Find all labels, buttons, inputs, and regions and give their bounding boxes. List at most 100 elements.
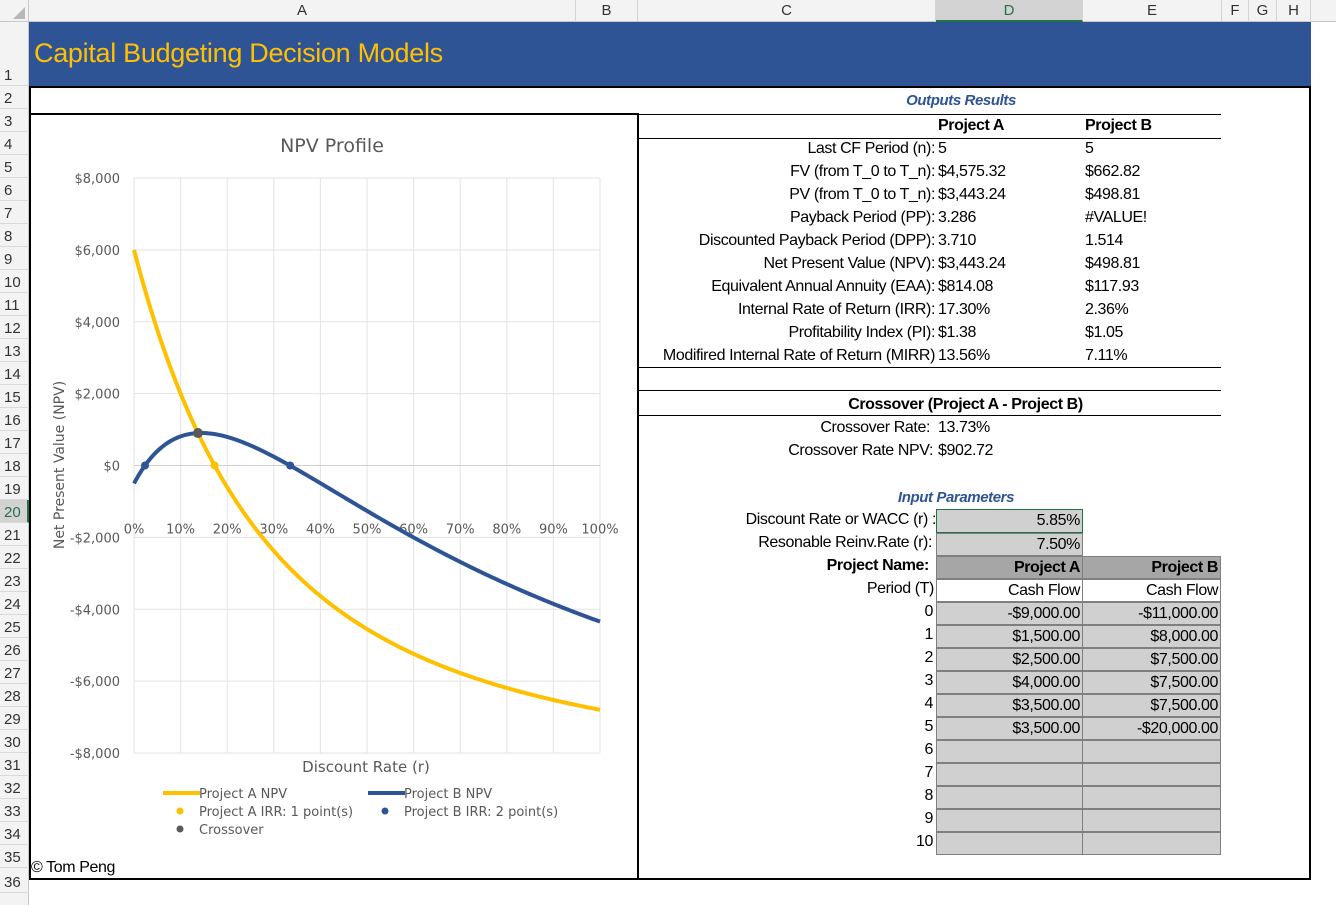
column-header-b[interactable]: B	[576, 0, 638, 22]
row-header-23[interactable]: 23	[0, 569, 29, 592]
output-value-project-a: 13.56%	[938, 347, 990, 364]
column-header-a[interactable]: A	[29, 0, 576, 22]
row-header-22[interactable]: 22	[0, 546, 29, 569]
row-header-21[interactable]: 21	[0, 523, 29, 546]
row-header-31[interactable]: 31	[0, 753, 29, 776]
cash-flow-a-input[interactable]: -$9,000.00	[936, 602, 1083, 625]
output-value-project-b: $1.05	[1085, 324, 1124, 341]
row-header-13[interactable]: 13	[0, 339, 29, 362]
select-all-corner[interactable]	[0, 0, 29, 22]
cash-flow-a-input[interactable]	[936, 763, 1083, 786]
column-header-e[interactable]: E	[1083, 0, 1222, 22]
row-header-4[interactable]: 4	[0, 132, 29, 155]
row-header-27[interactable]: 27	[0, 661, 29, 684]
row-header-34[interactable]: 34	[0, 822, 29, 845]
chart-title: NPV Profile	[280, 135, 384, 157]
row-header-12[interactable]: 12	[0, 316, 29, 339]
legend-label-project-a-irr: Project A IRR: 1 point(s)	[199, 805, 353, 820]
row-header-28[interactable]: 28	[0, 684, 29, 707]
row-header-6[interactable]: 6	[0, 178, 29, 201]
wacc-input[interactable]: 5.85%	[936, 509, 1083, 533]
legend-label-crossover: Crossover	[199, 823, 264, 838]
cash-flow-a-input[interactable]: $1,500.00	[936, 625, 1083, 648]
row-header-8[interactable]: 8	[0, 224, 29, 247]
cash-flow-b-input[interactable]	[1082, 809, 1221, 832]
column-header-d[interactable]: D	[936, 0, 1083, 22]
project-a-name-input[interactable]: Project A	[936, 556, 1083, 579]
cash-flow-a-input[interactable]	[936, 740, 1083, 763]
row-header-32[interactable]: 32	[0, 776, 29, 799]
row-header-33[interactable]: 33	[0, 799, 29, 822]
row-header-17[interactable]: 17	[0, 431, 29, 454]
x-axis-ticks: 0% 10% 20% 30% 40% 50% 60% 70% 80% 90% 100%	[124, 523, 619, 538]
project-a-irr-marker	[210, 461, 219, 470]
output-value-project-a: 5	[938, 140, 947, 157]
cash-flow-b-input[interactable]	[1082, 740, 1221, 763]
cash-flow-a-input[interactable]	[936, 809, 1083, 832]
output-label: Equivalent Annual Annuity (EAA):	[711, 278, 935, 295]
cash-flow-b-input[interactable]: $7,500.00	[1082, 648, 1221, 671]
cash-flow-b-input[interactable]: -$11,000.00	[1082, 602, 1221, 625]
row-header-20[interactable]: 20	[0, 500, 29, 523]
output-value-project-a: 17.30%	[938, 301, 990, 318]
x-tick-label: 20%	[213, 523, 242, 538]
outputs-col-project-b: Project B	[1085, 117, 1152, 134]
row-header-3[interactable]: 3	[0, 109, 29, 132]
output-value-project-a: $814.08	[938, 278, 994, 295]
outputs-header-rule	[638, 138, 1221, 139]
period-number: 3	[924, 672, 934, 689]
column-header-f[interactable]: F	[1222, 0, 1249, 22]
row-header-1[interactable]: 1	[0, 22, 29, 86]
output-value-project-b: 7.11%	[1085, 347, 1128, 364]
row-header-10[interactable]: 10	[0, 270, 29, 293]
y-tick-label: -$6,000	[70, 675, 120, 690]
row-header-5[interactable]: 5	[0, 155, 29, 178]
x-tick-label: 40%	[306, 523, 335, 538]
x-tick-label: 0%	[124, 523, 145, 538]
y-tick-label: $2,000	[75, 388, 121, 403]
legend-label-project-b-irr: Project B IRR: 2 point(s)	[404, 805, 558, 820]
reinv-rate-label: Resonable Reinv.Rate (r):	[758, 534, 932, 551]
cash-flow-b-input[interactable]	[1082, 763, 1221, 786]
npv-profile-chart[interactable]: NPV Profile $8,000 $6,000 $4,000 $2,000 $0 -$…	[30, 115, 636, 877]
row-header-25[interactable]: 25	[0, 615, 29, 638]
row-header-11[interactable]: 11	[0, 293, 29, 316]
row-header-16[interactable]: 16	[0, 408, 29, 431]
project-b-name-input[interactable]: Project B	[1082, 556, 1221, 579]
row-header-24[interactable]: 24	[0, 592, 29, 615]
row-header-14[interactable]: 14	[0, 362, 29, 385]
row-header-35[interactable]: 35	[0, 845, 29, 868]
output-value-project-b: 2.36%	[1085, 301, 1129, 318]
cash-flow-b-input[interactable]: $7,500.00	[1082, 671, 1221, 694]
output-label: Net Present Value (NPV):	[763, 255, 935, 272]
column-header-c[interactable]: C	[638, 0, 936, 22]
row-header-30[interactable]: 30	[0, 730, 29, 753]
reinv-rate-input[interactable]: 7.50%	[936, 533, 1083, 556]
row-header-19[interactable]: 19	[0, 477, 29, 500]
row-header-36[interactable]: 36	[0, 868, 29, 893]
column-header-h[interactable]: H	[1277, 0, 1311, 22]
row-header-26[interactable]: 26	[0, 638, 29, 661]
row-header-2[interactable]: 2	[0, 86, 29, 109]
output-label: Last CF Period (n):	[807, 140, 935, 157]
row-header-15[interactable]: 15	[0, 385, 29, 408]
cash-flow-a-input[interactable]	[936, 786, 1083, 809]
project-name-label: Project Name:	[826, 557, 930, 574]
cash-flow-a-input[interactable]: $3,500.00	[936, 717, 1083, 740]
row-header-7[interactable]: 7	[0, 201, 29, 224]
row-header-9[interactable]: 9	[0, 247, 29, 270]
cash-flow-a-input[interactable]: $4,000.00	[936, 671, 1083, 694]
cash-flow-b-input[interactable]: -$20,000.00	[1082, 717, 1221, 740]
cash-flow-b-input[interactable]	[1082, 786, 1221, 809]
column-header-g[interactable]: G	[1249, 0, 1277, 22]
output-value-project-b: #VALUE!	[1085, 209, 1147, 226]
cash-flow-b-input[interactable]	[1082, 832, 1221, 855]
row-header-29[interactable]: 29	[0, 707, 29, 730]
cash-flow-a-input[interactable]: $2,500.00	[936, 648, 1083, 671]
outputs-bottom-rule	[638, 367, 1221, 368]
cash-flow-a-input[interactable]	[936, 832, 1083, 855]
row-header-18[interactable]: 18	[0, 454, 29, 477]
cash-flow-b-input[interactable]: $7,500.00	[1082, 694, 1221, 717]
cash-flow-b-input[interactable]: $8,000.00	[1082, 625, 1221, 648]
cash-flow-a-input[interactable]: $3,500.00	[936, 694, 1083, 717]
